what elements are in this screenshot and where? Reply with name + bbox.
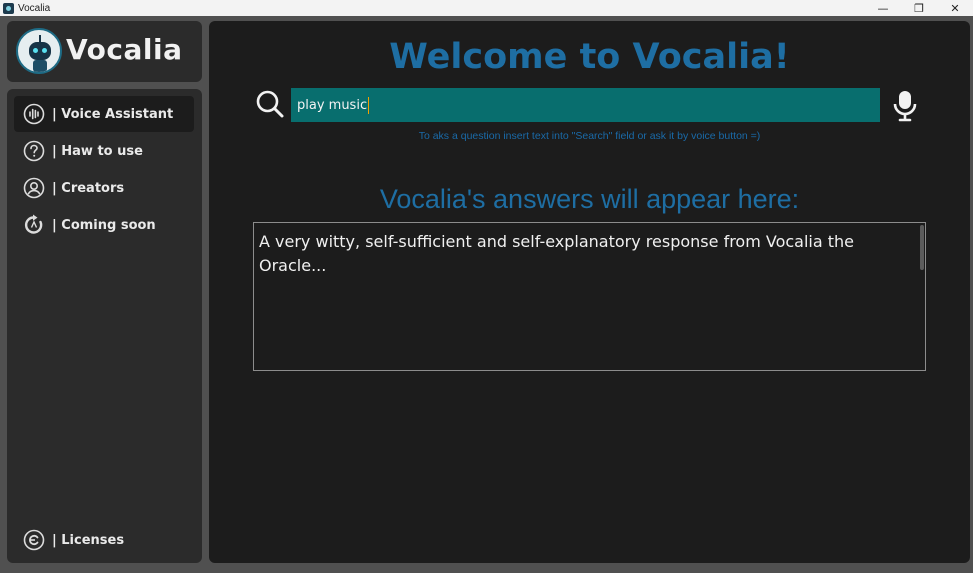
logo-text: Vocalia <box>66 33 183 66</box>
restore-button[interactable]: ❐ <box>901 0 937 16</box>
close-button[interactable]: ✕ <box>937 0 973 16</box>
search-icon[interactable] <box>255 89 285 119</box>
minimize-button[interactable]: — <box>865 0 901 16</box>
sidebar: | Voice Assistant | Haw to use | Creator… <box>7 89 202 563</box>
answer-textbox[interactable]: A very witty, self-sufficient and self-e… <box>253 222 926 371</box>
app-icon <box>3 2 14 14</box>
license-icon <box>22 528 46 552</box>
sidebar-item-coming-soon[interactable]: | Coming soon <box>14 207 194 243</box>
window-controls: — ❐ ✕ <box>865 0 973 16</box>
voice-wave-icon <box>22 102 46 126</box>
answer-text: A very witty, self-sufficient and self-e… <box>259 232 855 275</box>
search-hint: To aks a question insert text into "Sear… <box>418 130 761 142</box>
sidebar-item-how-to-use[interactable]: | Haw to use <box>14 133 194 169</box>
question-icon <box>22 139 46 163</box>
answers-heading: Vocalia's answers will appear here: <box>379 184 800 214</box>
answer-scrollbar[interactable] <box>920 225 924 270</box>
search-input[interactable] <box>291 88 880 122</box>
logo-panel: Vocalia <box>7 21 202 82</box>
user-circle-icon <box>22 176 46 200</box>
sidebar-item-label: | Coming soon <box>52 217 156 233</box>
main-panel: Welcome to Vocalia! play music To aks a … <box>209 21 970 563</box>
sidebar-item-licenses[interactable]: | Licenses <box>14 522 194 558</box>
sidebar-item-creators[interactable]: | Creators <box>14 170 194 206</box>
sidebar-item-voice-assistant[interactable]: | Voice Assistant <box>14 96 194 132</box>
sidebar-item-label: | Licenses <box>52 532 125 548</box>
sidebar-item-label: | Creators <box>52 180 125 196</box>
microphone-icon <box>893 91 917 122</box>
sidebar-item-label: | Voice Assistant <box>52 106 174 122</box>
page-title: Welcome to Vocalia! <box>389 37 790 77</box>
title-bar: Vocalia — ❐ ✕ <box>0 0 973 16</box>
window-title: Vocalia <box>18 2 51 14</box>
sidebar-item-label: | Haw to use <box>52 143 143 159</box>
robot-logo-icon <box>16 28 62 74</box>
app-window: Vocalia — ❐ ✕ Vocalia | Voice Assistant … <box>0 0 973 573</box>
voice-input-button[interactable] <box>891 89 919 123</box>
refresh-icon <box>22 213 46 237</box>
